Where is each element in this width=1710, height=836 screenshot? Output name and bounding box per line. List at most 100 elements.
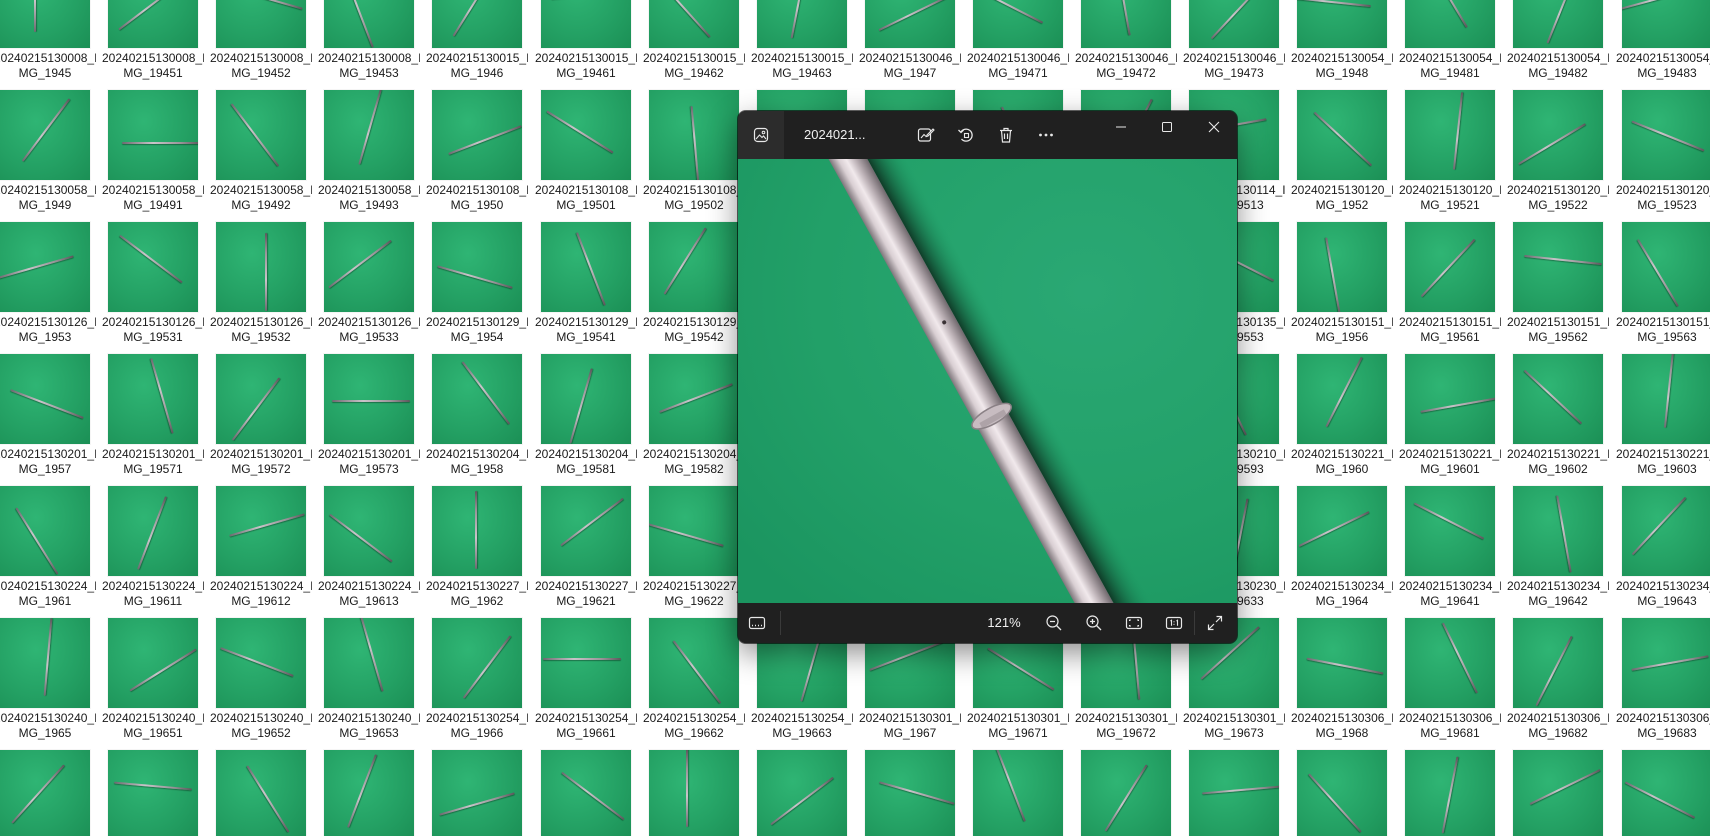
full-screen-button[interactable] — [1202, 611, 1228, 635]
file-thumbnail[interactable]: 20240215130204_I MG_1958 — [426, 354, 528, 476]
file-thumbnail[interactable]: 20240215130008_I MG_1945 — [0, 0, 96, 80]
file-thumbnail[interactable]: 20240215130306_I MG_19681 — [1399, 618, 1501, 740]
file-thumbnail[interactable] — [649, 750, 739, 836]
file-thumbnail[interactable] — [1513, 750, 1603, 836]
file-thumbnail[interactable] — [0, 750, 90, 836]
file-thumbnail[interactable]: 20240215130058_I MG_19492 — [210, 90, 312, 212]
file-thumbnail[interactable]: 20240215130204_I MG_19581 — [535, 354, 637, 476]
file-thumbnail[interactable] — [108, 750, 198, 836]
zoom-in-button[interactable] — [1081, 611, 1107, 635]
image-canvas[interactable] — [738, 159, 1237, 603]
file-thumbnail[interactable]: 20240215130234_I MG_1964 — [1291, 486, 1393, 608]
maximize-button[interactable] — [1144, 111, 1190, 143]
file-thumbnail[interactable]: 20240215130254_I MG_19661 — [535, 618, 637, 740]
file-thumbnail[interactable] — [432, 750, 522, 836]
file-thumbnail[interactable]: 20240215130058_I MG_1949 — [0, 90, 96, 212]
file-thumbnail[interactable]: 20240215130201_I MG_19571 — [102, 354, 204, 476]
file-thumbnail[interactable]: 20240215130221_I MG_1960 — [1291, 354, 1393, 476]
file-thumbnail[interactable]: 20240215130221_I MG_19601 — [1399, 354, 1501, 476]
file-thumbnail[interactable] — [1622, 750, 1710, 836]
file-thumbnail[interactable]: 20240215130126_I MG_19532 — [210, 222, 312, 344]
file-thumbnail[interactable]: 20240215130224_I MG_19613 — [318, 486, 420, 608]
file-thumbnail[interactable]: 20240215130058_I MG_19493 — [318, 90, 420, 212]
file-thumbnail[interactable]: 20240215130254_I MG_19662 — [643, 618, 745, 740]
zoom-out-button[interactable] — [1041, 611, 1067, 635]
file-thumbnail[interactable]: 20240215130129_I MG_1954 — [426, 222, 528, 344]
file-thumbnail[interactable]: 20240215130008_I MG_19452 — [210, 0, 312, 80]
file-thumbnail[interactable]: 20240215130108_I MG_19501 — [535, 90, 637, 212]
file-thumbnail[interactable]: 20240215130126_I MG_19531 — [102, 222, 204, 344]
file-thumbnail[interactable] — [1081, 750, 1171, 836]
file-thumbnail[interactable]: 20240215130046_I MG_19471 — [967, 0, 1069, 80]
file-thumbnail[interactable]: 20240215130224_I MG_1961 — [0, 486, 96, 608]
file-thumbnail[interactable]: 20240215130015_I MG_19463 — [751, 0, 853, 80]
more-options-button[interactable] — [1033, 123, 1059, 147]
file-thumbnail[interactable]: 20240215130201_I MG_19573 — [318, 354, 420, 476]
file-thumbnail[interactable]: 20240215130054_I MG_1948 — [1291, 0, 1393, 80]
photos-app-button[interactable] — [738, 111, 784, 159]
file-thumbnail[interactable]: 20240215130120_I MG_19523 — [1616, 90, 1710, 212]
delete-button[interactable] — [993, 123, 1019, 147]
minimize-button[interactable] — [1098, 111, 1144, 143]
file-thumbnail[interactable]: 20240215130129_I MG_19542 — [643, 222, 745, 344]
file-thumbnail[interactable]: 20240215130151_I MG_19561 — [1399, 222, 1501, 344]
file-thumbnail[interactable]: 20240215130126_I MG_19533 — [318, 222, 420, 344]
fit-to-window-button[interactable] — [1121, 611, 1147, 635]
file-thumbnail[interactable]: 20240215130046_I MG_1947 — [859, 0, 961, 80]
file-thumbnail[interactable]: 20240215130015_I MG_19461 — [535, 0, 637, 80]
file-thumbnail[interactable]: 20240215130054_I MG_19481 — [1399, 0, 1501, 80]
file-thumbnail[interactable]: 20240215130254_I MG_1966 — [426, 618, 528, 740]
file-thumbnail[interactable]: 20240215130227_I MG_19621 — [535, 486, 637, 608]
file-thumbnail[interactable]: 20240215130008_I MG_19453 — [318, 0, 420, 80]
filmstrip-button[interactable] — [744, 611, 770, 635]
file-thumbnail[interactable]: 20240215130306_I MG_1968 — [1291, 618, 1393, 740]
file-thumbnail[interactable] — [1405, 750, 1495, 836]
file-thumbnail[interactable]: 20240215130108_I MG_1950 — [426, 90, 528, 212]
actual-size-button[interactable] — [1161, 611, 1187, 635]
file-thumbnail[interactable]: 20240215130221_I MG_19603 — [1616, 354, 1710, 476]
file-thumbnail[interactable]: 20240215130120_I MG_19522 — [1507, 90, 1609, 212]
file-thumbnail[interactable]: 20240215130234_I MG_19642 — [1507, 486, 1609, 608]
file-thumbnail[interactable]: 20240215130058_I MG_19491 — [102, 90, 204, 212]
file-thumbnail[interactable]: 20240215130054_I MG_19483 — [1616, 0, 1710, 80]
file-thumbnail[interactable]: 20240215130221_I MG_19602 — [1507, 354, 1609, 476]
file-thumbnail[interactable] — [1189, 750, 1279, 836]
file-thumbnail[interactable] — [973, 750, 1063, 836]
rotate-button[interactable] — [953, 123, 979, 147]
file-thumbnail[interactable] — [324, 750, 414, 836]
file-thumbnail[interactable] — [1297, 750, 1387, 836]
edit-image-button[interactable] — [913, 123, 939, 147]
file-thumbnail[interactable]: 20240215130201_I MG_19572 — [210, 354, 312, 476]
file-thumbnail[interactable] — [541, 750, 631, 836]
file-thumbnail[interactable]: 20240215130240_I MG_19653 — [318, 618, 420, 740]
file-thumbnail[interactable]: 20240215130224_I MG_19611 — [102, 486, 204, 608]
file-thumbnail[interactable]: 20240215130227_I MG_19622 — [643, 486, 745, 608]
file-thumbnail[interactable]: 20240215130240_I MG_19652 — [210, 618, 312, 740]
file-thumbnail[interactable] — [757, 750, 847, 836]
file-thumbnail[interactable]: 20240215130054_I MG_19482 — [1507, 0, 1609, 80]
close-button[interactable] — [1191, 111, 1237, 143]
file-thumbnail[interactable]: 20240215130046_I MG_19472 — [1075, 0, 1177, 80]
file-thumbnail[interactable]: 20240215130129_I MG_19541 — [535, 222, 637, 344]
file-thumbnail[interactable]: 20240215130151_I MG_19562 — [1507, 222, 1609, 344]
file-thumbnail[interactable]: 20240215130201_I MG_1957 — [0, 354, 96, 476]
file-thumbnail[interactable]: 20240215130240_I MG_1965 — [0, 618, 96, 740]
file-thumbnail[interactable]: 20240215130306_I MG_19683 — [1616, 618, 1710, 740]
file-thumbnail[interactable]: 20240215130234_I MG_19641 — [1399, 486, 1501, 608]
file-thumbnail[interactable]: 20240215130015_I MG_19462 — [643, 0, 745, 80]
file-thumbnail[interactable]: 20240215130108_I MG_19502 — [643, 90, 745, 212]
file-thumbnail[interactable]: 20240215130240_I MG_19651 — [102, 618, 204, 740]
file-thumbnail[interactable]: 20240215130046_I MG_19473 — [1183, 0, 1285, 80]
file-thumbnail[interactable]: 20240215130234_I MG_19643 — [1616, 486, 1710, 608]
file-thumbnail[interactable] — [216, 750, 306, 836]
file-thumbnail[interactable]: 20240215130151_I MG_1956 — [1291, 222, 1393, 344]
file-thumbnail[interactable]: 20240215130015_I MG_1946 — [426, 0, 528, 80]
file-thumbnail[interactable]: 20240215130204_I MG_19582 — [643, 354, 745, 476]
file-thumbnail[interactable]: 20240215130120_I MG_1952 — [1291, 90, 1393, 212]
file-thumbnail[interactable]: 20240215130126_I MG_1953 — [0, 222, 96, 344]
file-thumbnail[interactable]: 20240215130008_I MG_19451 — [102, 0, 204, 80]
file-thumbnail[interactable]: 20240215130151_I MG_19563 — [1616, 222, 1710, 344]
file-thumbnail[interactable]: 20240215130227_I MG_1962 — [426, 486, 528, 608]
file-thumbnail[interactable]: 20240215130306_I MG_19682 — [1507, 618, 1609, 740]
file-thumbnail[interactable] — [865, 750, 955, 836]
